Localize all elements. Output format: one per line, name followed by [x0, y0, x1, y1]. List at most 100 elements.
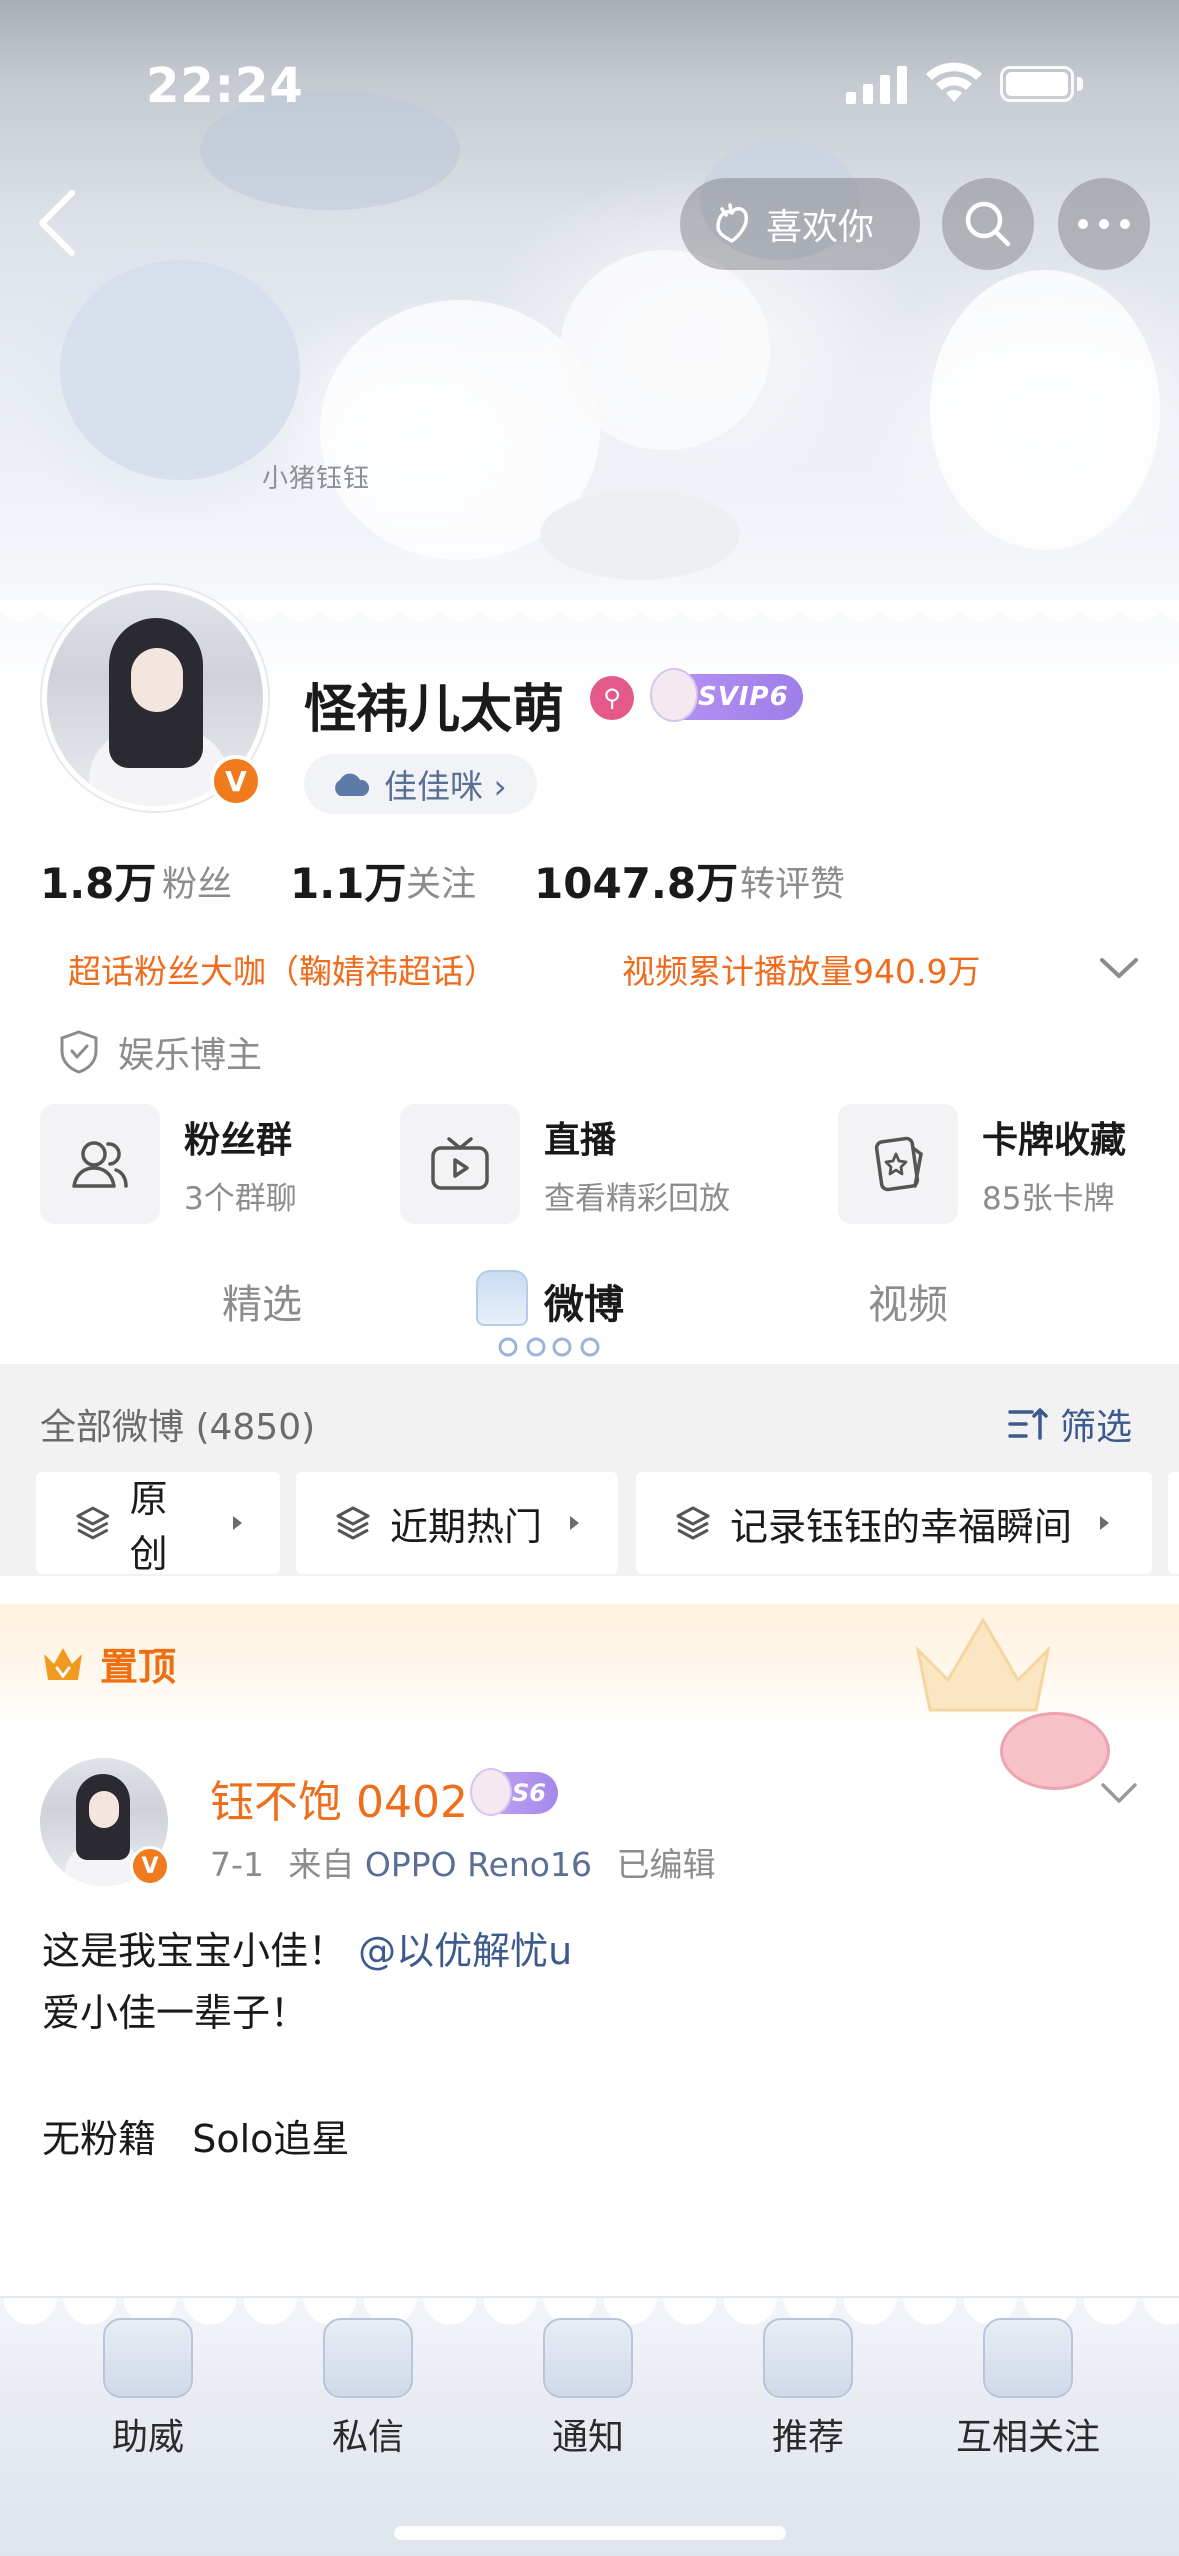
- bottom-notify-label: 通知: [551, 2417, 624, 2458]
- post-mention-link[interactable]: @以优解忧u: [358, 1929, 572, 1973]
- superfan-badge-icon[interactable]: ⚲: [590, 676, 634, 720]
- card-collection-card[interactable]: 卡牌收藏 85张卡牌: [838, 1104, 1126, 1224]
- pinned-label: 置顶: [100, 1645, 177, 1689]
- post-text-line-3: 无粉籍 Solo追星: [42, 2117, 350, 2161]
- more-dots-icon: [1078, 219, 1130, 229]
- expand-chevron-icon[interactable]: [1096, 950, 1142, 986]
- chip-original-label: 原创: [129, 1477, 168, 1576]
- layers-icon: [76, 1506, 110, 1540]
- search-icon: [965, 201, 1011, 247]
- signal-icon: [846, 66, 907, 104]
- fan-group-label: 佳佳咪 ›: [384, 767, 507, 806]
- card-icon: [838, 1104, 958, 1224]
- video-views-highlight-tag[interactable]: 视频累计播放量940.9万: [594, 938, 1009, 1000]
- chip-recent-hot-label: 近期热门: [390, 1504, 543, 1549]
- home-indicator: [394, 2526, 786, 2540]
- tab-weibo[interactable]: 微博: [544, 1272, 624, 1330]
- filter-button[interactable]: 筛选: [1006, 1398, 1132, 1450]
- post-menu-chevron-icon[interactable]: [1098, 1776, 1140, 1810]
- tab-featured[interactable]: 精选: [222, 1272, 302, 1330]
- post-verified-icon: V: [130, 1846, 170, 1886]
- chip-recent-hot[interactable]: 近期热门: [296, 1472, 618, 1574]
- chip-arrow-icon: [570, 1516, 580, 1530]
- chip-album-label: 记录钰钰的幸福瞬间: [730, 1504, 1073, 1549]
- teapot-deco: [560, 250, 770, 450]
- tab-video[interactable]: 视频: [868, 1272, 948, 1330]
- crown-decoration-icon: [915, 1617, 1051, 1712]
- svip-label: SVIP6: [698, 682, 789, 712]
- bottom-recommend-button[interactable]: 推荐: [718, 2318, 898, 2460]
- envelope-icon: [323, 2318, 413, 2398]
- post-date: 7-1: [210, 1845, 264, 1884]
- chip-arrow-icon: [233, 1516, 242, 1530]
- following-label[interactable]: 关注: [406, 856, 476, 907]
- post-edited: 已编辑: [616, 1845, 716, 1884]
- search-button[interactable]: [942, 178, 1034, 270]
- shield-icon: [60, 1030, 98, 1074]
- superfan-highlight-tag[interactable]: 超话粉丝大咖（鞠婧祎超话）: [40, 938, 525, 1000]
- lamb-right-deco: [930, 270, 1160, 550]
- live-title: 直播: [544, 1119, 617, 1161]
- hand-heart-icon: [716, 203, 749, 243]
- cloud-icon: [335, 773, 370, 796]
- profile-name: 怪祎儿太萌: [304, 680, 565, 740]
- chip-arrow-icon: [1100, 1516, 1110, 1530]
- bottom-mutual-follow-button[interactable]: 互相关注: [938, 2318, 1118, 2460]
- bottom-mutual-follow-label: 互相关注: [955, 2417, 1100, 2458]
- battery-cap: [1077, 77, 1083, 91]
- post-text-1: 这是我宝宝小佳！: [42, 1929, 347, 1973]
- post-text-line-2: 爱小佳一辈子！: [42, 1991, 309, 2035]
- bottom-recommend-label: 推荐: [771, 2417, 844, 2458]
- layers-icon: [336, 1506, 370, 1540]
- chip-original[interactable]: 原创: [36, 1472, 280, 1576]
- svip-badge[interactable]: SVIP6: [650, 668, 803, 722]
- role-row: 娱乐博主: [58, 1026, 262, 1078]
- cupcake-icon: [763, 2318, 853, 2398]
- bottom-cheer-label: 助威: [111, 2417, 184, 2458]
- post-text-line-1: 这是我宝宝小佳！ @以优解忧u: [42, 1920, 572, 1975]
- live-sub: 查看精彩回放: [544, 1180, 730, 1217]
- followers-label[interactable]: 粉丝: [162, 856, 232, 907]
- card-collection-title: 卡牌收藏: [982, 1119, 1127, 1161]
- battery-icon: [1000, 66, 1074, 102]
- all-posts-count: 全部微博 (4850): [40, 1407, 316, 1448]
- people-icon: [40, 1104, 160, 1224]
- tv-icon: [400, 1104, 520, 1224]
- teacup-deco: [540, 490, 740, 580]
- chip-album[interactable]: 记录钰钰的幸福瞬间: [636, 1472, 1152, 1574]
- interactions-count[interactable]: 1047.8万: [534, 850, 738, 911]
- bottom-notify-button[interactable]: 通知: [498, 2318, 678, 2460]
- cake-icon: [983, 2318, 1073, 2398]
- bear-badge-icon: [650, 668, 698, 722]
- bottom-cheer-button[interactable]: 助威: [58, 2318, 238, 2460]
- s6-badge[interactable]: S6: [470, 1768, 558, 1816]
- basket-deco: [60, 260, 300, 480]
- bear-badge-icon: [470, 1768, 512, 1816]
- live-card[interactable]: 直播 查看精彩回放: [400, 1104, 730, 1224]
- post-from-prefix: 来自: [288, 1845, 355, 1884]
- post-meta: 7-1 来自 OPPO Reno16 已编辑: [210, 1838, 716, 1886]
- post-source: OPPO Reno16: [364, 1845, 592, 1884]
- crown-icon: [44, 1647, 82, 1680]
- fan-group-card[interactable]: 粉丝群 3个群聊: [40, 1104, 297, 1224]
- bottom-message-label: 私信: [331, 2417, 404, 2458]
- cake-tab-icon: [476, 1270, 528, 1326]
- post-author-name[interactable]: 钰不饱 0402: [210, 1766, 468, 1830]
- s6-label: S6: [512, 1779, 546, 1807]
- fan-group-title: 粉丝群: [184, 1119, 293, 1161]
- status-time: 22:24: [146, 58, 304, 114]
- cover-watermark: 小猪钰钰: [262, 464, 371, 494]
- gift-box-icon: [103, 2318, 193, 2398]
- role-label: 娱乐博主: [118, 1035, 263, 1076]
- following-count[interactable]: 1.1万: [290, 850, 406, 911]
- teapot-icon: [543, 2318, 633, 2398]
- verified-badge-icon: V: [210, 755, 262, 807]
- bottom-message-button[interactable]: 私信: [278, 2318, 458, 2460]
- more-button[interactable]: [1058, 178, 1150, 270]
- like-you-button[interactable]: 喜欢你: [680, 178, 920, 270]
- layers-icon: [676, 1506, 710, 1540]
- back-button[interactable]: [28, 185, 88, 261]
- fan-group-tag[interactable]: 佳佳咪 ›: [304, 754, 537, 814]
- followers-count[interactable]: 1.8万: [40, 850, 156, 911]
- interactions-label[interactable]: 转评赞: [740, 856, 845, 907]
